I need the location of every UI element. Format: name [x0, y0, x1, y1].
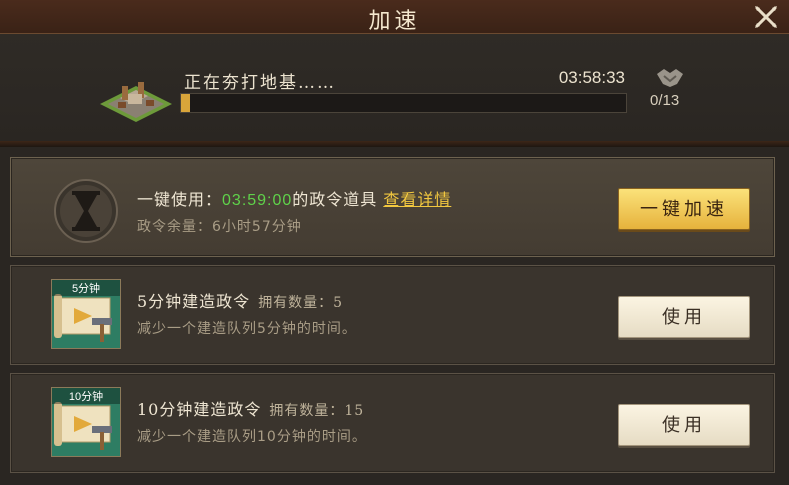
item-count: 拥有数量：15: [269, 403, 365, 419]
progress-status: 正在夯打地基……: [184, 73, 336, 93]
item-icon-5min: 5分钟: [51, 279, 121, 349]
item-desc: 减少一个建造队列10分钟的时间。: [137, 429, 367, 445]
item-tag: 5分钟: [52, 280, 120, 296]
title-bar: 加速: [0, 0, 789, 34]
progress-time: 03:58:33: [558, 68, 625, 87]
construction-progress: 正在夯打地基…… 03:58:33 0/13: [0, 34, 789, 144]
help-count: 0/13: [650, 92, 680, 109]
progress-fill: [181, 94, 190, 112]
section-divider: [0, 141, 789, 147]
construction-site-icon: [100, 82, 172, 122]
use-button-5min[interactable]: 使用: [618, 296, 750, 338]
speedup-all-button[interactable]: 一键加速: [618, 188, 750, 230]
speedup-all-panel: 一键使用：03:59:00的政令道具 查看详情 政令余量：6小时57分钟 一键加速: [10, 157, 775, 257]
item-name: 10分钟建造政令: [137, 400, 262, 419]
use-button-10min[interactable]: 使用: [618, 404, 750, 446]
view-details-link[interactable]: 查看详情: [383, 190, 451, 209]
item-row-5min: 5分钟 5分钟建造政令 拥有数量：5 减少一个建造队列5分钟的时间。 使用: [10, 265, 775, 365]
close-x-icon: [755, 6, 777, 28]
hourglass-icon: [54, 179, 118, 243]
item-desc: 减少一个建造队列5分钟的时间。: [137, 321, 357, 337]
item-tag: 10分钟: [52, 388, 120, 404]
item-count: 拥有数量：5: [258, 295, 344, 311]
speedup-all-time: 03:59:00: [222, 192, 293, 209]
item-name: 5分钟建造政令: [137, 292, 251, 311]
dialog-title: 加速: [368, 9, 421, 34]
progress-bar: [180, 93, 627, 113]
remaining-decree: 政令余量：6小时57分钟: [137, 219, 302, 235]
item-title: 10分钟建造政令 拥有数量：15: [137, 396, 364, 420]
item-row-10min: 10分钟 10分钟建造政令 拥有数量：15 减少一个建造队列10分钟的时间。 使用: [10, 373, 775, 473]
handshake-icon[interactable]: [655, 64, 685, 90]
item-icon-10min: 10分钟: [51, 387, 121, 457]
speedup-all-suffix: 的政令道具: [292, 190, 378, 209]
speedup-all-prefix: 一键使用：: [137, 190, 223, 209]
speedup-all-summary: 一键使用：03:59:00的政令道具 查看详情: [137, 186, 451, 210]
close-button[interactable]: [751, 2, 781, 32]
item-title: 5分钟建造政令 拥有数量：5: [137, 288, 343, 312]
